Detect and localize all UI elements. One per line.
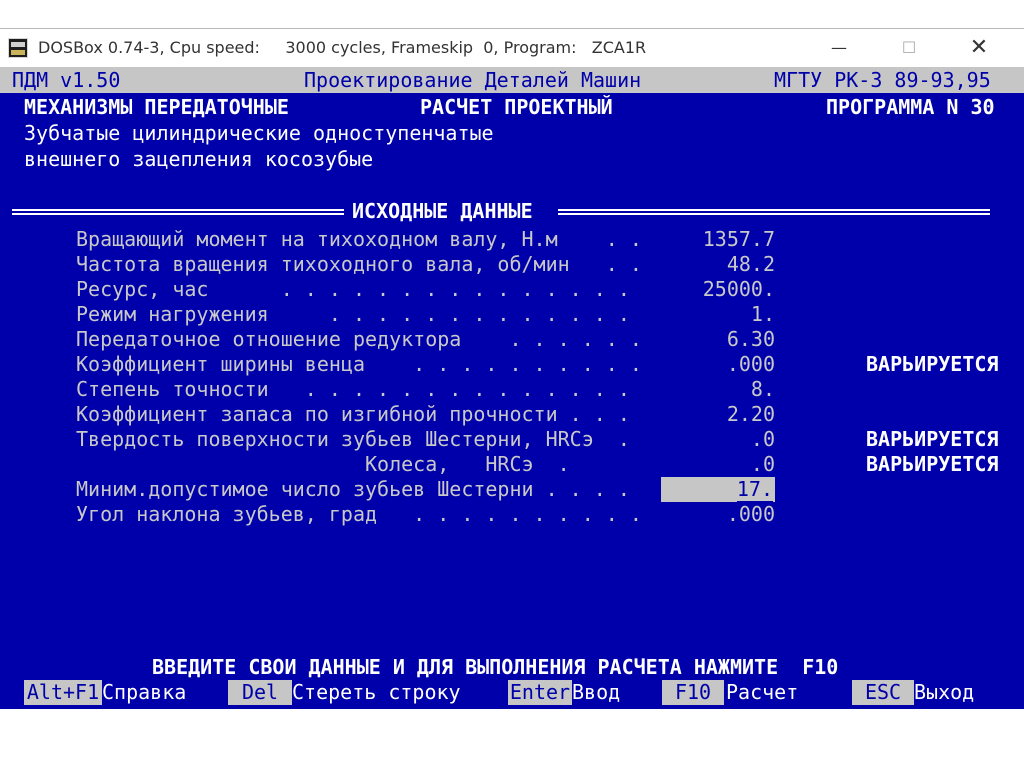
key-enter-label[interactable]: Ввод [572, 680, 620, 705]
param-value[interactable]: 48.2 [661, 252, 775, 277]
param-value[interactable]: .000 [661, 352, 775, 377]
param-label: Колеса, HRCэ . [76, 452, 570, 476]
section-rule-left [12, 209, 344, 215]
param-label: Вращающий момент на тихоходном валу, Н.м… [76, 227, 642, 251]
param-label: Миним.допустимое число зубьев Шестерни .… [76, 477, 630, 501]
module-name: МЕХАНИЗМЫ ПЕРЕДАТОЧНЫЕ [24, 95, 289, 119]
key-del[interactable]: Del [228, 680, 292, 705]
header-bar: ПДМ v1.50 Проектирование Деталей Машин М… [0, 67, 1024, 93]
window-titlebar[interactable]: DOSBox 0.74-3, Cpu speed: 3000 cycles, F… [0, 29, 1024, 67]
key-f10[interactable]: F10 [662, 680, 724, 705]
dos-screen[interactable]: ПДМ v1.50 Проектирование Деталей Машин М… [0, 67, 1024, 709]
dosbox-app-icon [8, 38, 28, 58]
param-label: Коэффициент запаса по изгибной прочности… [76, 402, 630, 426]
description-line-1: Зубчатые цилиндрические одноступенчатые [24, 121, 494, 145]
param-label: Степень точности . . . . . . . . . . . .… [76, 377, 630, 401]
maximize-button[interactable]: ☐ [886, 29, 932, 67]
section-rule-right [558, 209, 990, 215]
dosbox-window: DOSBox 0.74-3, Cpu speed: 3000 cycles, F… [0, 28, 1024, 709]
param-label: Ресурс, час . . . . . . . . . . . . . . … [76, 277, 630, 301]
param-label: Угол наклона зубьев, град . . . . . . . … [76, 502, 642, 526]
function-key-bar: Alt+F1 Справка Del Стереть строку Enter … [0, 680, 1024, 705]
key-alt-f1[interactable]: Alt+F1 [24, 680, 102, 705]
param-value[interactable]: 1. [661, 302, 775, 327]
key-clear-line-label[interactable]: Стереть строку [292, 680, 461, 705]
param-value[interactable]: 2.20 [661, 402, 775, 427]
calc-type: РАСЧЕТ ПРОЕКТНЫЙ [420, 95, 613, 119]
active-input-value[interactable]: 17. [736, 477, 773, 503]
section-title: ИСХОДНЫЕ ДАННЫЕ [352, 199, 533, 223]
param-value[interactable]: 6.30 [661, 327, 775, 352]
varies-badge: ВАРЬИРУЕТСЯ [866, 452, 999, 476]
param-value[interactable]: 1357.7 [661, 227, 775, 252]
key-esc[interactable]: ESC [852, 680, 914, 705]
minimize-button[interactable]: — [816, 29, 862, 67]
key-help-label[interactable]: Справка [102, 680, 186, 705]
varies-badge: ВАРЬИРУЕТСЯ [866, 427, 999, 451]
param-label: Твердость поверхности зубьев Шестерни, H… [76, 427, 630, 451]
param-label: Коэффициент ширины венца . . . . . . . .… [76, 352, 642, 376]
description-line-2: внешнего зацепления косозубые [24, 147, 374, 171]
program-copyright: МГТУ РК-3 89-93,95 [774, 68, 991, 92]
instruction-prompt: ВВЕДИТЕ СВОИ ДАННЫЕ И ДЛЯ ВЫПОЛНЕНИЯ РАС… [152, 655, 839, 679]
key-calc-label[interactable]: Расчет [726, 680, 798, 705]
param-label: Частота вращения тихоходного вала, об/ми… [76, 252, 642, 276]
program-number: ПРОГРАММА N 30 [826, 95, 995, 119]
param-value[interactable]: .0 [661, 427, 775, 452]
param-value[interactable]: 25000. [661, 277, 775, 302]
window-title: DOSBox 0.74-3, Cpu speed: 3000 cycles, F… [38, 38, 647, 57]
param-label: Режим нагружения . . . . . . . . . . . .… [76, 302, 630, 326]
key-exit-label[interactable]: Выход [914, 680, 974, 705]
program-title: Проектирование Деталей Машин [304, 68, 642, 92]
close-button[interactable]: ✕ [956, 29, 1002, 67]
key-enter[interactable]: Enter [508, 680, 572, 705]
program-version: ПДМ v1.50 [12, 68, 121, 92]
active-input-field[interactable]: 17. [661, 477, 775, 503]
varies-badge: ВАРЬИРУЕТСЯ [866, 352, 999, 376]
param-value[interactable]: 8. [661, 377, 775, 402]
param-value[interactable]: .000 [661, 502, 775, 527]
param-label: Передаточное отношение редуктора . . . .… [76, 327, 642, 351]
param-value[interactable]: .0 [661, 452, 775, 477]
